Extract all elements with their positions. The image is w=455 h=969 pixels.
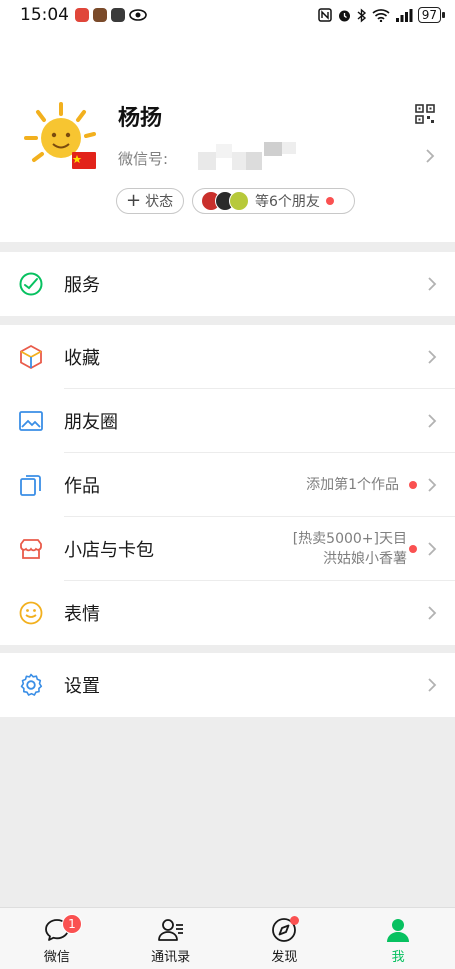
- plus-icon: +: [126, 190, 142, 211]
- profile-header[interactable]: 杨扬 微信号: + 状态 等6个朋友: [0, 30, 455, 242]
- chevron-right-icon: [428, 606, 437, 620]
- battery-indicator: 97: [417, 7, 446, 23]
- chevron-right-icon: [428, 277, 437, 291]
- chevron-right-icon: [428, 678, 437, 692]
- menu-label: 服务: [64, 275, 100, 296]
- favorites-cube-icon: [20, 344, 42, 370]
- person-icon: [387, 919, 410, 942]
- chevron-right-icon: [426, 149, 435, 163]
- unread-dot: [409, 481, 417, 489]
- unread-dot: [325, 197, 334, 205]
- works-hint: 添加第1个作品: [306, 477, 399, 493]
- settings-group: 设置: [0, 653, 455, 717]
- menu-label: 朋友圈: [64, 412, 118, 433]
- gear-icon: [20, 673, 43, 696]
- friends-status-button[interactable]: 等6个朋友: [192, 188, 355, 214]
- menu-label: 设置: [64, 676, 100, 697]
- chevron-right-icon: [428, 414, 437, 428]
- notification-app-icon: [75, 8, 89, 22]
- qr-code-icon[interactable]: [415, 104, 435, 124]
- menu-item-works[interactable]: 作品 添加第1个作品: [0, 453, 455, 517]
- shop-promo: [热卖5000+]天目 洪姑娘小香薯: [293, 529, 407, 569]
- add-status-button[interactable]: + 状态: [116, 188, 184, 214]
- bluetooth-icon: [357, 7, 366, 23]
- avatar[interactable]: [22, 100, 100, 178]
- menu-item-moments[interactable]: 朋友圈: [0, 389, 455, 453]
- smiley-icon: [19, 601, 43, 625]
- menu-label: 表情: [64, 604, 100, 625]
- tab-label: 通讯录: [151, 950, 191, 965]
- menu-label: 小店与卡包: [64, 540, 154, 561]
- friend-avatar: [229, 191, 249, 211]
- menu-label: 作品: [64, 476, 100, 497]
- menu-item-favorites[interactable]: 收藏: [0, 325, 455, 389]
- services-group: 服务: [0, 252, 455, 316]
- chevron-right-icon: [428, 542, 437, 556]
- wechat-id-obscured: [198, 142, 296, 170]
- moments-image-icon: [19, 411, 43, 431]
- shop-promo-line: [热卖5000+]天目: [292, 531, 407, 547]
- menu-item-settings[interactable]: 设置: [0, 653, 455, 717]
- bottom-tab-bar: 1 微信 通讯录 发现 我: [0, 907, 455, 969]
- menu-item-shop-and-cards[interactable]: 小店与卡包 [热卖5000+]天目 洪姑娘小香薯: [0, 517, 455, 581]
- notification-app-icon: [93, 8, 107, 22]
- alarm-icon: [338, 10, 350, 21]
- nfc-icon: [317, 8, 332, 22]
- features-group: 收藏 朋友圈 作品 添加第1个作品 小店与卡包 [热卖5000+]天目 洪姑娘小…: [0, 325, 455, 645]
- chevron-right-icon: [428, 478, 437, 492]
- services-icon: [19, 272, 43, 296]
- friends-status-label: 等6个朋友: [255, 194, 320, 210]
- works-layers-icon: [20, 475, 41, 496]
- profile-name: 杨扬: [118, 106, 163, 131]
- status-bar: 15:04 97: [0, 0, 455, 30]
- wifi-icon: [372, 9, 390, 22]
- wechat-id-label: 微信号:: [118, 150, 169, 168]
- tab-label: 我: [391, 950, 405, 965]
- status-time: 15:04: [20, 5, 69, 25]
- unread-dot: [409, 545, 417, 553]
- tab-me[interactable]: 我: [341, 908, 455, 969]
- menu-label: 收藏: [64, 348, 100, 369]
- contacts-icon: [157, 919, 183, 941]
- notification-app-icon: [111, 8, 125, 22]
- unread-dot: [289, 916, 299, 925]
- shop-icon: [20, 539, 42, 559]
- tab-label: 微信: [43, 950, 70, 965]
- tab-chats[interactable]: 1 微信: [0, 908, 114, 969]
- tab-discover[interactable]: 发现: [228, 908, 342, 969]
- status-button-label: 状态: [145, 194, 174, 210]
- shop-promo-line: 洪姑娘小香薯: [323, 551, 407, 567]
- signal-icon: [395, 8, 413, 22]
- menu-item-services[interactable]: 服务: [0, 252, 455, 316]
- tab-contacts[interactable]: 通讯录: [114, 908, 228, 969]
- tab-label: 发现: [271, 950, 298, 965]
- eye-icon: [129, 9, 147, 21]
- chevron-right-icon: [428, 350, 437, 364]
- unread-badge: 1: [62, 914, 82, 934]
- menu-item-stickers[interactable]: 表情: [0, 581, 455, 645]
